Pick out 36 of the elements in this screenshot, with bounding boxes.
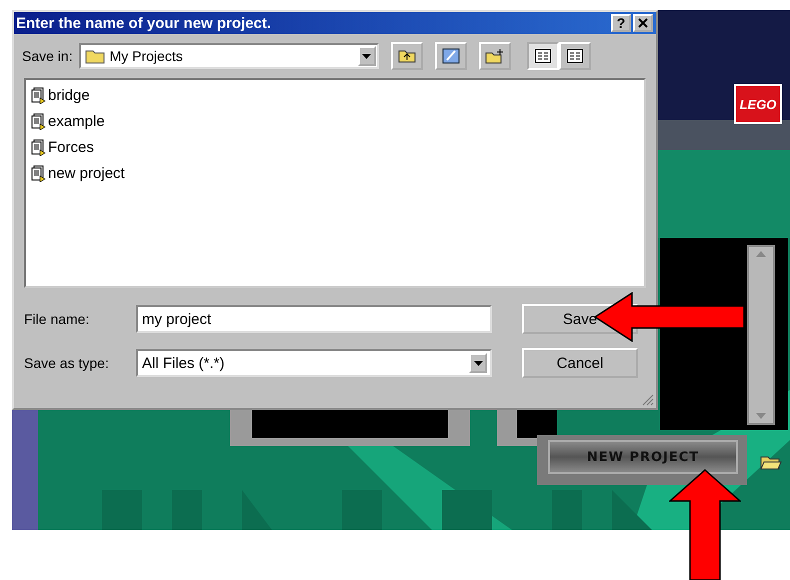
cancel-button[interactable]: Cancel (522, 348, 638, 378)
project-file-icon (30, 112, 46, 130)
close-icon (638, 18, 648, 28)
new-folder-icon (484, 48, 505, 64)
save-in-label: Save in: (22, 48, 73, 64)
resize-grip-icon[interactable] (642, 394, 654, 406)
file-name-field[interactable]: my project (136, 305, 492, 333)
dialog-title: Enter the name of your new project. (16, 14, 272, 32)
dropdown-arrow-icon[interactable] (362, 54, 372, 58)
view-icon (534, 49, 551, 63)
desktop-button[interactable] (434, 42, 467, 70)
close-button[interactable] (633, 14, 653, 32)
file-name[interactable]: bridge (48, 86, 90, 104)
new-folder-button[interactable] (478, 42, 511, 70)
up-folder-button[interactable] (390, 42, 423, 70)
display-panel (497, 410, 557, 446)
folder-icon[interactable] (760, 454, 782, 470)
view-icon (566, 49, 583, 63)
save-as-type-dropdown[interactable]: All Files (*.*) (136, 349, 492, 377)
project-file-icon (30, 86, 46, 104)
project-file-icon (30, 138, 46, 156)
save-as-type-label: Save as type: (24, 355, 110, 371)
folder-up-icon (398, 49, 416, 63)
help-button[interactable]: ? (611, 14, 631, 32)
desktop-icon (442, 48, 460, 64)
file-name[interactable]: example (48, 112, 105, 130)
save-in-dropdown[interactable]: My Projects (78, 43, 379, 69)
dropdown-arrow-icon[interactable] (474, 360, 482, 366)
folder-icon (84, 48, 105, 64)
file-name[interactable]: new project (48, 164, 125, 182)
list-view-button[interactable] (526, 42, 559, 70)
file-name[interactable]: Forces (48, 138, 94, 156)
file-name-label: File name: (24, 311, 90, 327)
lego-logo: LEGO (734, 84, 782, 124)
project-file-icon (30, 164, 46, 182)
details-view-button[interactable] (558, 42, 591, 70)
